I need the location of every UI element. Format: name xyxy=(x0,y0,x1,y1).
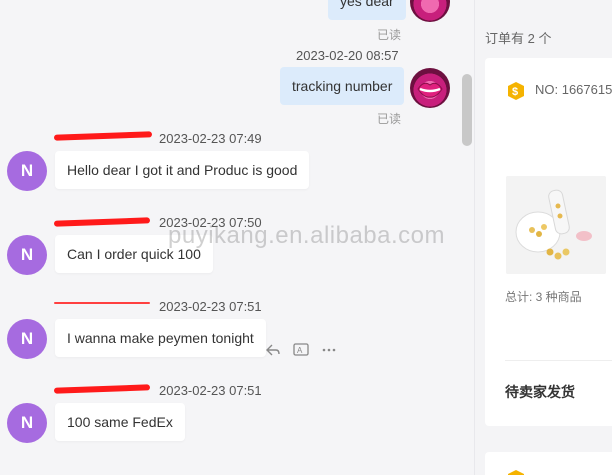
read-status: 已读 xyxy=(377,112,402,126)
svg-text:A: A xyxy=(297,346,303,355)
divider xyxy=(505,360,612,361)
message-timestamp: 2023-02-23 07:51 xyxy=(159,383,262,398)
avatar: N xyxy=(7,403,47,443)
redacted-sender-name xyxy=(54,302,150,304)
order-status: 待卖家发货 xyxy=(505,384,575,400)
redacted-sender-name xyxy=(53,217,151,227)
translate-icon[interactable]: A xyxy=(292,341,310,359)
message-bubble-outgoing[interactable]: tracking number xyxy=(280,67,405,105)
message-text: I wanna make peymen tonight xyxy=(67,330,254,346)
message-bubble-incoming[interactable]: Hello dear I got it and Produc is good xyxy=(55,151,310,189)
message-text: yes dear xyxy=(340,0,394,9)
avatar: N xyxy=(7,319,47,359)
avatar xyxy=(410,0,450,22)
order-number[interactable]: NO: 1667615 xyxy=(535,82,612,97)
more-icon[interactable] xyxy=(320,341,338,359)
watermark: puyikang.en.alibaba.com xyxy=(168,222,446,249)
message-bubble-incoming[interactable]: I wanna make peymen tonight xyxy=(55,319,266,357)
message-timestamp: 2023-02-23 07:49 xyxy=(159,131,262,146)
message-bubble-incoming[interactable]: 100 same FedEx xyxy=(55,403,185,441)
message-timestamp: 2023-02-23 07:51 xyxy=(159,299,262,314)
avatar: N xyxy=(7,235,47,275)
read-status: 已读 xyxy=(377,28,402,42)
message-timestamp: 2023-02-20 08:57 xyxy=(296,48,399,63)
svg-text:$: $ xyxy=(512,86,518,98)
coin-icon xyxy=(505,468,527,475)
message-bubble-outgoing[interactable]: yes dear xyxy=(328,0,406,20)
message-text: Hello dear I got it and Produc is good xyxy=(67,162,298,178)
redacted-sender-name xyxy=(53,131,153,141)
lips-icon xyxy=(417,82,443,98)
order-count-label: 订单有 2 个 xyxy=(485,31,552,46)
order-total: 总计: 3 种商品 xyxy=(505,290,582,304)
reply-icon[interactable] xyxy=(264,341,282,359)
product-thumbnail[interactable] xyxy=(506,176,606,274)
message-text: 100 same FedEx xyxy=(67,414,173,430)
avatar xyxy=(410,68,450,108)
avatar: N xyxy=(7,151,47,191)
redacted-sender-name xyxy=(53,384,151,394)
message-actions: A xyxy=(264,340,338,360)
message-text: tracking number xyxy=(292,78,393,94)
chat-scrollbar[interactable] xyxy=(462,74,472,146)
coin-icon: $ xyxy=(505,80,527,102)
